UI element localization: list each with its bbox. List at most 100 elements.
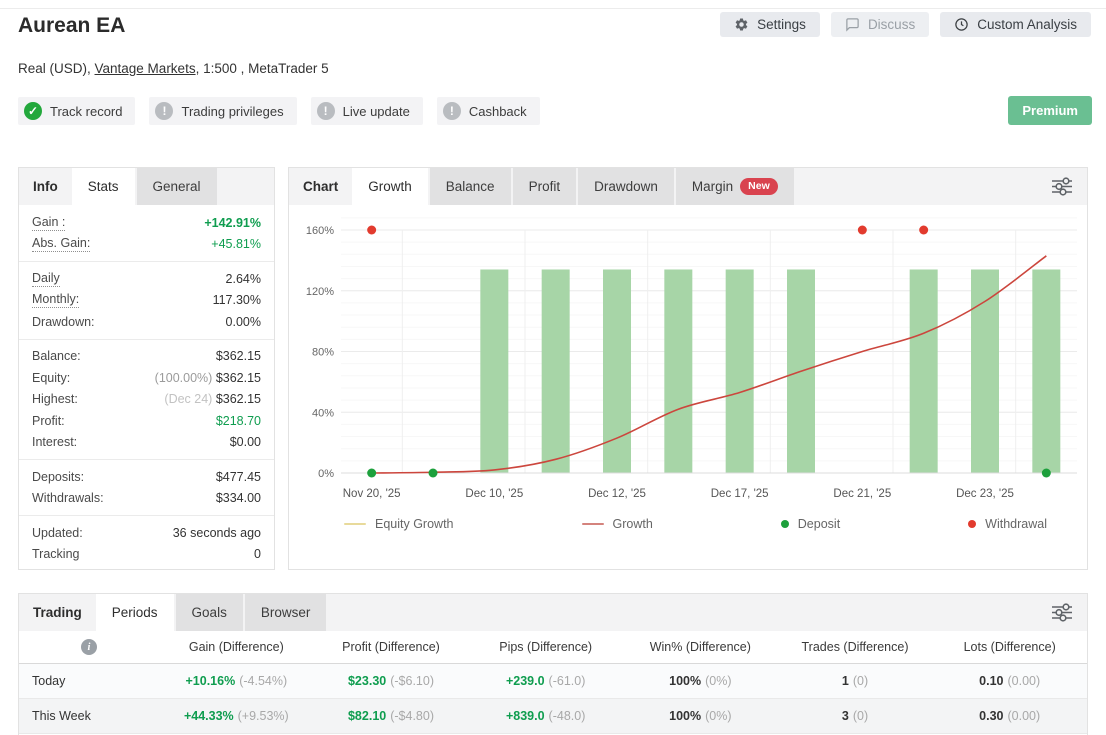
stats-divider (19, 459, 274, 460)
tab-goals[interactable]: Goals (175, 594, 243, 631)
stat-value-main: 0 (254, 547, 261, 562)
stat-row-withdrawals: Withdrawals: $334.00 (32, 488, 261, 510)
cell-lots-difference: 0.30 (0.00) (932, 709, 1087, 723)
periods-table-header: i Gain (Difference) Profit (Difference) Pi… (19, 631, 1087, 664)
deposit-dot (367, 468, 377, 478)
stat-row-daily: Daily 2.64% (32, 268, 261, 290)
stats-list: Gain : +142.91% Abs. Gain: +45.81% Daily 2.64… (19, 205, 274, 565)
legend-label: Withdrawal (985, 517, 1047, 531)
stat-row-balance: Balance: $362.15 (32, 346, 261, 368)
cell-diff-value: (0%) (705, 674, 732, 688)
legend-equity-growth[interactable]: Equity Growth (344, 517, 454, 531)
tab-browser[interactable]: Browser (244, 594, 327, 631)
stat-label: Daily (32, 270, 60, 287)
badge-live-update[interactable]: ! Live update (310, 97, 423, 125)
legend-line-swatch (581, 523, 604, 525)
stat-value-main: $362.15 (215, 349, 261, 364)
stat-value-main: 117.30% (212, 293, 261, 308)
column-header-profit-difference: Profit (Difference) (342, 640, 440, 654)
stat-value: 2.64% (226, 272, 261, 286)
cell-main-value: 100% (669, 709, 702, 723)
cell-diff-value: (0%) (705, 709, 732, 723)
cell-diff-value: (0) (852, 674, 869, 688)
cell-gain-difference: +44.33% (+9.53%) (159, 709, 314, 723)
trading-panel: Trading Periods Goals Browser i Gain (Diff… (18, 593, 1088, 735)
cell-diff-value: (0.00) (1007, 674, 1041, 688)
stat-value: $334.00 (216, 491, 261, 505)
legend-deposit[interactable]: Deposit (780, 517, 841, 531)
stat-value: $477.45 (216, 470, 261, 484)
svg-text:Dec 12, '25: Dec 12, '25 (588, 488, 646, 500)
tab-general[interactable]: General (136, 168, 217, 205)
legend-label: Growth (612, 517, 653, 531)
cell-main-value: $82.10 (347, 709, 387, 723)
premium-button[interactable]: Premium (1008, 96, 1092, 125)
stat-value: (100.00%) $362.15 (155, 371, 261, 385)
gear-icon (734, 17, 749, 32)
cell-diff-value: (+9.53%) (237, 709, 289, 723)
tab-margin[interactable]: Margin New (675, 168, 794, 205)
deposit-dot (1041, 468, 1051, 478)
tab-label: Growth (368, 179, 412, 194)
stat-label: Withdrawals: (32, 491, 104, 506)
table-row-this-week[interactable]: This Week +44.33% (+9.53%) $82.10 (-$4.80) +8… (19, 699, 1087, 734)
stat-label: Equity: (32, 370, 71, 385)
trading-section-label: Trading (33, 605, 82, 620)
svg-text:Dec 17, '25: Dec 17, '25 (711, 488, 769, 500)
deposit-dot (428, 468, 438, 478)
chart-filter-icon[interactable] (1049, 176, 1075, 200)
info-icon[interactable]: i (81, 639, 97, 655)
table-row-today[interactable]: Today +10.16% (-4.54%) $23.30 (-$6.10) +239.0… (19, 664, 1087, 699)
stat-value-main: $477.45 (215, 469, 261, 484)
stat-value: $0.00 (230, 435, 261, 449)
legend-growth[interactable]: Growth (581, 517, 653, 531)
info-tabs: Stats General (71, 168, 219, 205)
info-tabstrip: Info Stats General (19, 168, 274, 205)
stats-divider (19, 515, 274, 516)
badge-track-record[interactable]: ✓ Track record (18, 97, 136, 125)
stat-value: $218.70 (216, 414, 261, 428)
chart-panel: Chart Growth Balance Profit Drawdown Margin N… (288, 167, 1088, 570)
stat-value-main: $362.15 (215, 392, 261, 407)
bar (480, 269, 509, 473)
tab-stats[interactable]: Stats (71, 168, 135, 205)
tab-drawdown[interactable]: Drawdown (578, 168, 674, 205)
settings-button[interactable]: Settings (720, 12, 820, 37)
withdrawal-dot (919, 225, 929, 235)
page-top-divider (0, 8, 1106, 9)
tab-profit[interactable]: Profit (512, 168, 577, 205)
stat-label: Interest: (32, 435, 78, 450)
stat-row-monthly: Monthly: 117.30% (32, 290, 261, 312)
tab-growth[interactable]: Growth (352, 168, 428, 205)
stats-divider (19, 338, 274, 340)
cell-diff-value: (0) (852, 709, 869, 723)
tab-balance[interactable]: Balance (429, 168, 511, 205)
stat-row-abs-gain: Abs. Gain: +45.81% (32, 234, 261, 256)
cell-main-value: +239.0 (505, 674, 545, 688)
badge-cashback[interactable]: ! Cashback (436, 97, 540, 125)
bar (664, 269, 693, 473)
badge-label: Cashback (468, 103, 527, 119)
broker-link[interactable]: Vantage Markets (95, 61, 196, 76)
discuss-button[interactable]: Discuss (830, 12, 930, 37)
badge-trading-privileges[interactable]: ! Trading privileges (149, 97, 297, 125)
stat-row-equity: Equity: (100.00%) $362.15 (32, 367, 261, 389)
custom-analysis-button[interactable]: Custom Analysis (940, 12, 1091, 37)
cell-main-value: +10.16% (185, 674, 236, 688)
column-header-win-difference: Win% (Difference) (649, 640, 751, 654)
cell-pips-difference: +839.0 (-48.0) (468, 709, 623, 723)
legend-dot-swatch (780, 520, 789, 528)
account-subtitle: Real (USD), Vantage Markets, 1:500 , Met… (18, 61, 329, 76)
tab-label: Goals (191, 605, 227, 620)
legend-withdrawal[interactable]: Withdrawal (968, 517, 1047, 531)
legend-label: Deposit (797, 517, 841, 531)
tab-label: Browser (260, 605, 311, 620)
tab-label: Profit (528, 179, 561, 194)
stat-label: Gain : (32, 214, 66, 231)
cell-main-value: $23.30 (347, 674, 387, 688)
h-gridlines (341, 217, 1077, 462)
cell-lots-difference: 0.10 (0.00) (932, 674, 1087, 688)
trading-filter-icon[interactable] (1049, 602, 1075, 626)
tab-periods[interactable]: Periods (95, 594, 174, 631)
speech-bubble-icon (845, 17, 860, 32)
